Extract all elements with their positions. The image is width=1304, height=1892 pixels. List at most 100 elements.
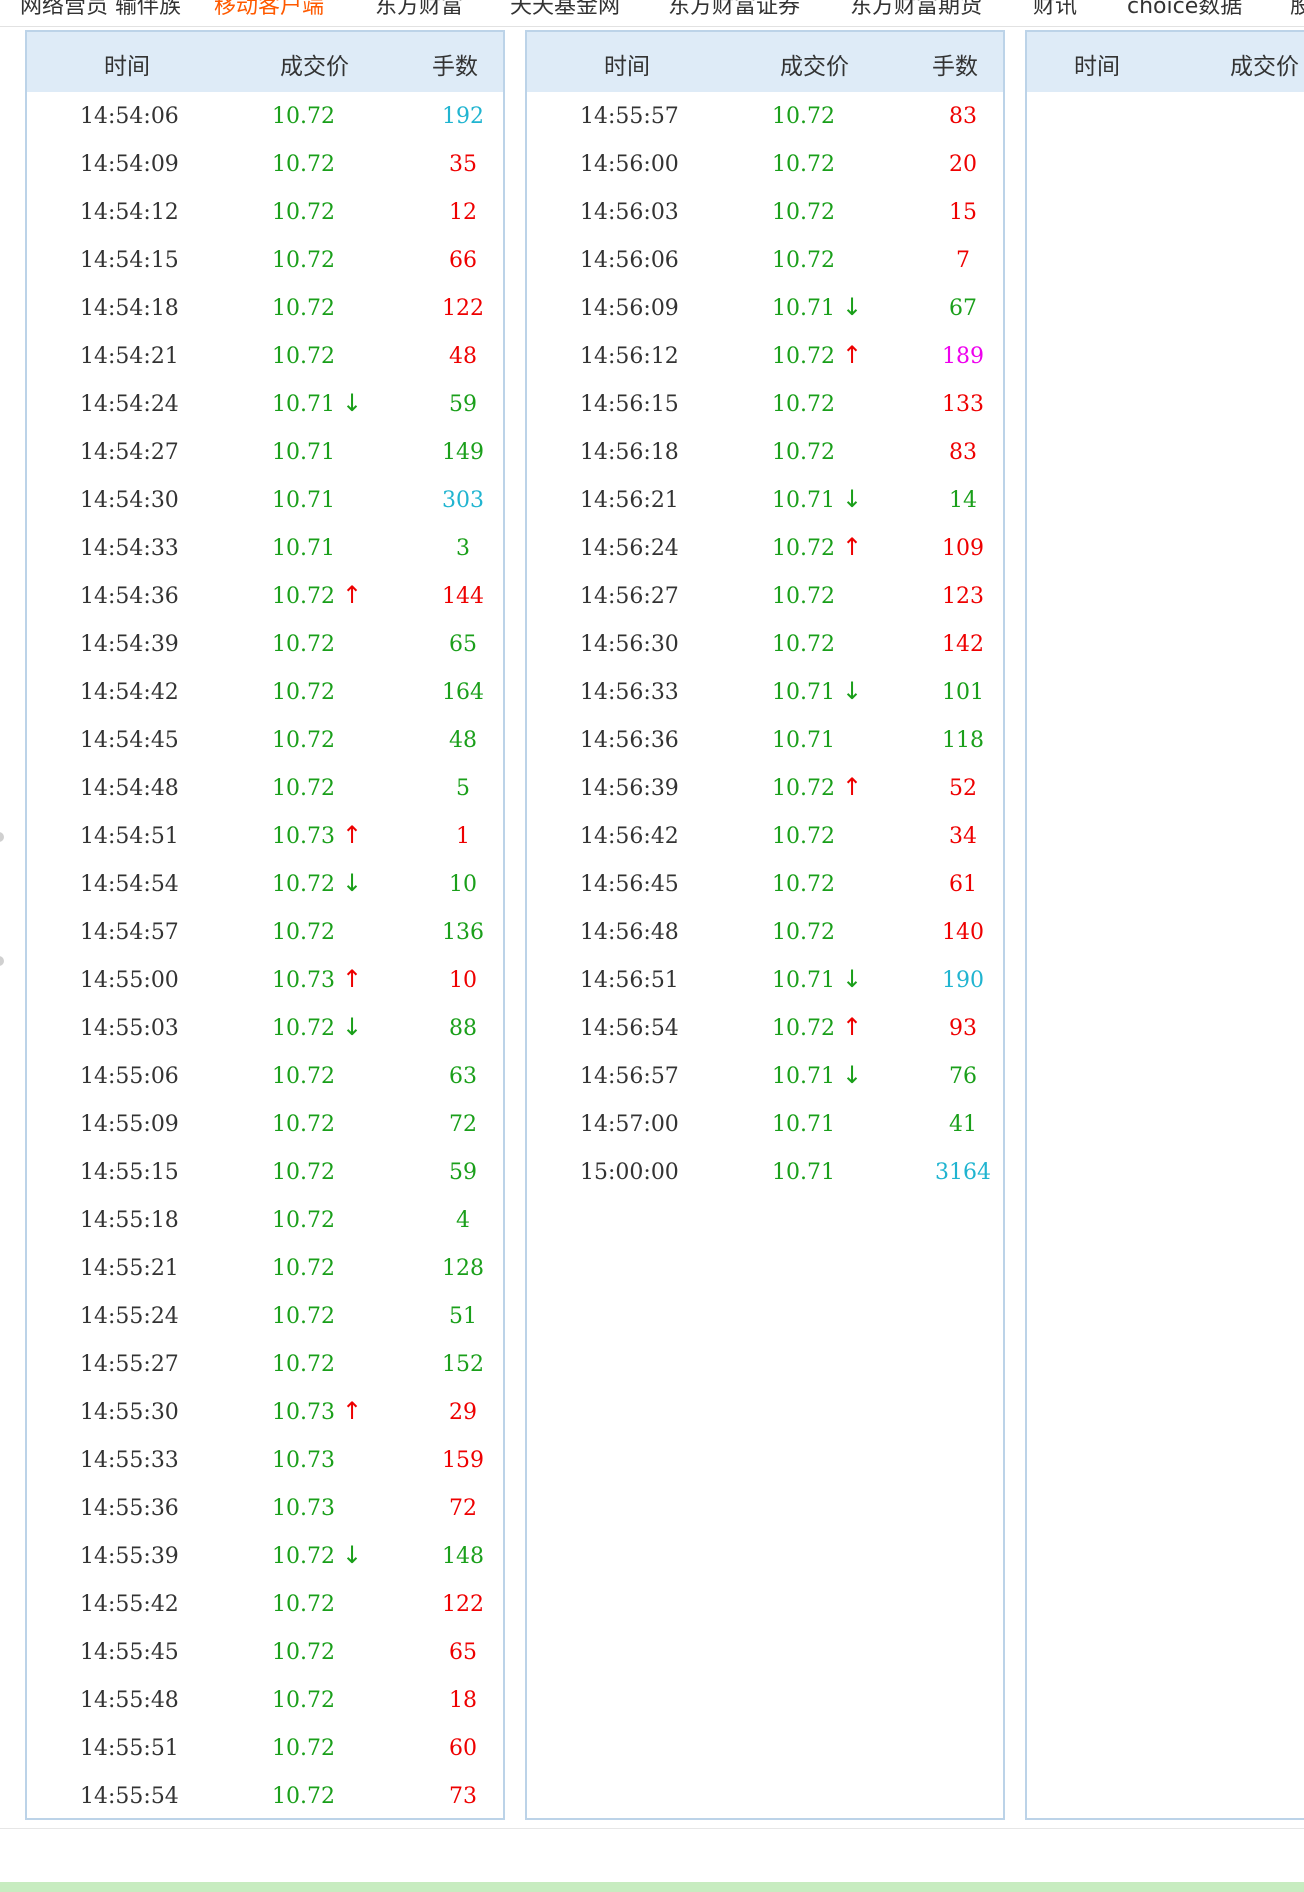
topnav-link-choice-data[interactable]: choice数据 bbox=[1127, 0, 1242, 20]
trade-volume: 52 bbox=[949, 776, 977, 801]
trade-time: 14:56:27 bbox=[580, 584, 679, 609]
trade-row: 14:54:33 10.71 3 bbox=[27, 524, 503, 572]
column-header-price: 成交价 bbox=[1230, 54, 1299, 80]
trade-volume: 142 bbox=[942, 632, 984, 657]
trade-row: 14:56:54 10.72 ↑ 93 bbox=[527, 1004, 1003, 1052]
trade-row: 14:56:30 10.72 142 bbox=[527, 620, 1003, 668]
trade-volume: 34 bbox=[949, 824, 977, 849]
trade-volume: 133 bbox=[942, 392, 984, 417]
topnav-link-mobile-client[interactable]: 移动客户端 bbox=[214, 0, 324, 20]
trade-time: 14:55:45 bbox=[80, 1640, 179, 1665]
column-header-time: 时间 bbox=[104, 54, 150, 80]
trade-price: 10.73 bbox=[272, 968, 335, 993]
trade-row: 14:56:42 10.72 34 bbox=[527, 812, 1003, 860]
topnav-link-securities[interactable]: 东方财富证券 bbox=[668, 0, 800, 20]
trade-volume: 83 bbox=[949, 104, 977, 129]
trade-price: 10.72 bbox=[272, 1352, 335, 1377]
trade-price: 10.71 bbox=[272, 440, 335, 465]
trade-price: 10.71 bbox=[272, 488, 335, 513]
trade-time: 14:55:30 bbox=[80, 1400, 179, 1425]
trade-time: 14:56:48 bbox=[580, 920, 679, 945]
trade-row: 14:54:51 10.73 ↑ 1 bbox=[27, 812, 503, 860]
trade-price: 10.72 bbox=[272, 1064, 335, 1089]
trade-row: 14:54:54 10.72 ↓ 10 bbox=[27, 860, 503, 908]
trade-time: 14:54:24 bbox=[80, 392, 179, 417]
trade-volume: 10 bbox=[449, 968, 477, 993]
trade-row: 14:54:36 10.72 ↑ 144 bbox=[27, 572, 503, 620]
arrow-up-icon: ↑ bbox=[342, 821, 363, 849]
trade-price: 10.72 bbox=[772, 824, 835, 849]
trade-volume: 48 bbox=[449, 344, 477, 369]
trade-row: 14:54:09 10.72 35 bbox=[27, 140, 503, 188]
trade-volume: 122 bbox=[442, 296, 484, 321]
trade-row: 14:54:45 10.72 48 bbox=[27, 716, 503, 764]
topnav-link-futures[interactable]: 东方财富期货 bbox=[850, 0, 982, 20]
trade-row: 14:55:36 10.73 72 bbox=[27, 1484, 503, 1532]
topnav-link-more[interactable]: 股 bbox=[1290, 0, 1304, 20]
trade-row: 14:55:57 10.72 83 bbox=[527, 92, 1003, 140]
trade-volume: 144 bbox=[442, 584, 484, 609]
topnav-link-fund[interactable]: 天天基金网 bbox=[510, 0, 620, 20]
trade-price: 10.72 bbox=[772, 200, 835, 225]
trade-time: 14:56:51 bbox=[580, 968, 679, 993]
trade-time: 14:54:36 bbox=[80, 584, 179, 609]
trade-row: 14:56:57 10.71 ↓ 76 bbox=[527, 1052, 1003, 1100]
trade-price: 10.72 bbox=[272, 344, 335, 369]
trade-time: 14:55:57 bbox=[580, 104, 679, 129]
trade-price: 10.72 bbox=[772, 1016, 835, 1041]
trade-row: 14:56:27 10.72 123 bbox=[527, 572, 1003, 620]
trade-row: 14:55:39 10.72 ↓ 148 bbox=[27, 1532, 503, 1580]
scroll-handle[interactable] bbox=[0, 832, 4, 842]
trade-volume: 5 bbox=[456, 776, 470, 801]
topnav-link-news[interactable]: 财讯 bbox=[1033, 0, 1077, 20]
trade-time: 14:54:42 bbox=[80, 680, 179, 705]
arrow-up-icon: ↑ bbox=[842, 773, 863, 801]
trade-volume: 3164 bbox=[935, 1160, 991, 1185]
trade-row: 14:55:00 10.73 ↑ 10 bbox=[27, 956, 503, 1004]
trade-time: 14:54:09 bbox=[80, 152, 179, 177]
trade-volume: 109 bbox=[942, 536, 984, 561]
trade-time: 14:56:24 bbox=[580, 536, 679, 561]
trade-row: 14:56:12 10.72 ↑ 189 bbox=[527, 332, 1003, 380]
trade-row: 14:54:12 10.72 12 bbox=[27, 188, 503, 236]
trade-row: 14:55:21 10.72 128 bbox=[27, 1244, 503, 1292]
trade-volume: 59 bbox=[449, 1160, 477, 1185]
trade-price: 10.72 bbox=[272, 1592, 335, 1617]
trade-time: 14:54:15 bbox=[80, 248, 179, 273]
trade-time: 14:54:48 bbox=[80, 776, 179, 801]
trade-rows: 14:55:57 10.72 83 14:56:00 10.72 20 14:56:03 10… bbox=[527, 92, 1003, 1196]
trade-price: 10.72 bbox=[272, 1256, 335, 1281]
trade-price: 10.71 bbox=[272, 392, 335, 417]
trade-volume: 122 bbox=[442, 1592, 484, 1617]
trade-time: 14:56:03 bbox=[580, 200, 679, 225]
arrow-down-icon: ↓ bbox=[342, 1013, 363, 1041]
trade-price: 10.72 bbox=[272, 728, 335, 753]
trade-price: 10.72 bbox=[272, 632, 335, 657]
trade-price: 10.72 bbox=[772, 248, 835, 273]
arrow-down-icon: ↓ bbox=[342, 389, 363, 417]
trade-price: 10.72 bbox=[272, 1688, 335, 1713]
trade-row: 14:54:42 10.72 164 bbox=[27, 668, 503, 716]
trade-volume: 152 bbox=[442, 1352, 484, 1377]
topnav-link-eastmoney[interactable]: 东方财富 bbox=[375, 0, 463, 20]
trade-row: 14:54:24 10.71 ↓ 59 bbox=[27, 380, 503, 428]
trade-time: 14:56:57 bbox=[580, 1064, 679, 1089]
trade-time: 14:55:24 bbox=[80, 1304, 179, 1329]
trade-time: 14:54:39 bbox=[80, 632, 179, 657]
trade-time: 14:55:21 bbox=[80, 1256, 179, 1281]
trade-time: 14:54:33 bbox=[80, 536, 179, 561]
arrow-down-icon: ↓ bbox=[342, 1541, 363, 1569]
trade-volume: 101 bbox=[942, 680, 984, 705]
trade-volume: 149 bbox=[442, 440, 484, 465]
trade-time: 14:55:42 bbox=[80, 1592, 179, 1617]
trade-time: 14:57:00 bbox=[580, 1112, 679, 1137]
trade-volume: 60 bbox=[449, 1736, 477, 1761]
trade-row: 14:55:09 10.72 72 bbox=[27, 1100, 503, 1148]
trade-volume: 18 bbox=[449, 1688, 477, 1713]
trade-price: 10.72 bbox=[772, 584, 835, 609]
trade-row: 14:55:51 10.72 60 bbox=[27, 1724, 503, 1772]
trade-time: 14:54:12 bbox=[80, 200, 179, 225]
trade-price: 10.72 bbox=[272, 1160, 335, 1185]
scroll-handle[interactable] bbox=[0, 956, 4, 966]
topnav-link[interactable]: 网络营员 输伴族 bbox=[20, 0, 181, 20]
